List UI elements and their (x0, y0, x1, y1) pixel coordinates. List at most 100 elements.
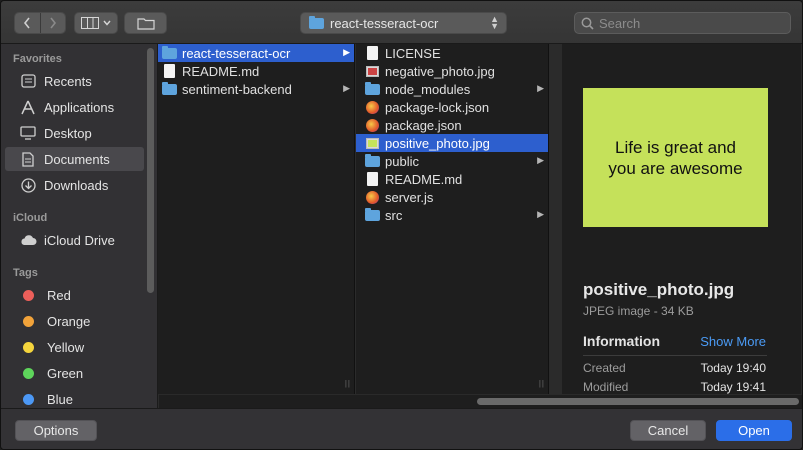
list-item[interactable]: positive_photo.jpg (356, 134, 548, 152)
favorites-heading: Favorites (13, 53, 62, 65)
preview-file-kind: JPEG image - 34 KB (583, 304, 694, 318)
preview-file-name: positive_photo.jpg (583, 280, 735, 299)
preview-image: Life is great and you are awesome (583, 88, 768, 227)
new-folder-button[interactable] (124, 12, 167, 34)
list-item-label: package.json (385, 117, 462, 133)
modified-label: Modified (583, 380, 629, 394)
browser-column-2: LICENSE negative_photo.jpg node_modules … (356, 44, 549, 394)
information-heading: Information (583, 333, 660, 349)
image-file-icon (364, 64, 380, 78)
disclosure-arrow-icon: ▶ (343, 83, 350, 93)
sidebar-item-label: Desktop (44, 125, 92, 141)
list-item-label: node_modules (385, 81, 471, 97)
open-file-dialog: react-tesseract-ocr ▲▼ Favorites Recents… (0, 0, 803, 450)
sidebar-item-documents[interactable]: Documents (5, 147, 144, 171)
sidebar-item-applications[interactable]: Applications (5, 95, 144, 119)
created-value: Today 19:40 (700, 361, 766, 375)
document-icon (161, 64, 177, 78)
desktop-icon (19, 125, 37, 141)
list-item[interactable]: public ▶ (356, 152, 548, 170)
show-more-link[interactable]: Show More (700, 334, 766, 349)
cloud-icon (19, 232, 37, 248)
horizontal-scroll-thumb[interactable] (477, 398, 799, 405)
list-item[interactable]: package-lock.json (356, 98, 548, 116)
recents-icon (19, 73, 37, 89)
list-item-label: sentiment-backend (182, 81, 292, 97)
preview-image-text: Life is great and (615, 137, 736, 157)
chevron-left-icon (24, 17, 31, 29)
open-button[interactable]: Open (716, 420, 792, 441)
sidebar-item-label: Red (47, 287, 71, 303)
preview-pane: Life is great and you are awesome positi… (562, 44, 801, 394)
list-item[interactable]: LICENSE (356, 44, 548, 62)
sidebar-item-label: Documents (44, 151, 110, 167)
search-box (574, 12, 791, 34)
sidebar-item-icloud-drive[interactable]: iCloud Drive (5, 228, 144, 252)
list-item[interactable]: negative_photo.jpg (356, 62, 548, 80)
sidebar-scrollbar[interactable] (147, 48, 154, 293)
divider (583, 355, 767, 356)
sidebar-item-label: Recents (44, 73, 92, 89)
nav-buttons (14, 12, 66, 34)
list-item-label: react-tesseract-ocr (182, 45, 291, 61)
preview-scrollbar[interactable] (793, 44, 799, 390)
toolbar: react-tesseract-ocr ▲ ▼ (1, 1, 802, 44)
disclosure-arrow-icon: ▶ (343, 47, 350, 57)
sidebar-item-label: Downloads (44, 177, 109, 193)
document-icon (364, 172, 380, 186)
back-button[interactable] (15, 13, 40, 33)
path-popup[interactable]: react-tesseract-ocr ▲ ▼ (300, 12, 507, 34)
list-item[interactable]: src ▶ (356, 206, 548, 224)
sidebar: Favorites Recents Applications Desktop D… (1, 44, 158, 408)
folder-icon (309, 15, 324, 29)
search-input[interactable] (599, 15, 779, 31)
sidebar-item-desktop[interactable]: Desktop (5, 121, 144, 145)
chevron-down-icon (103, 20, 111, 26)
yellow-tag-icon (23, 341, 34, 353)
list-item[interactable]: node_modules ▶ (356, 80, 548, 98)
sidebar-item-tag-green[interactable]: Green (5, 361, 144, 385)
cancel-button[interactable]: Cancel (630, 420, 706, 441)
sidebar-item-tag-yellow[interactable]: Yellow (5, 335, 144, 359)
folder-icon (161, 81, 177, 96)
sidebar-item-recents[interactable]: Recents (5, 69, 144, 93)
sidebar-item-label: Orange (47, 313, 91, 329)
column-resize-handle[interactable]: || (345, 379, 351, 388)
browser-column-1: react-tesseract-ocr ▶ README.md sentimen… (158, 44, 355, 394)
updown-icon: ▲ ▼ (490, 14, 499, 31)
sidebar-item-tag-red[interactable]: Red (5, 283, 144, 307)
folder-icon (364, 81, 380, 96)
sidebar-item-downloads[interactable]: Downloads (5, 173, 144, 197)
path-popup-label: react-tesseract-ocr (330, 15, 439, 31)
options-button[interactable]: Options (15, 420, 97, 441)
forward-button[interactable] (39, 13, 65, 33)
icloud-heading: iCloud (13, 212, 48, 224)
js-file-icon (364, 100, 380, 114)
list-item-label: public (385, 153, 419, 169)
bottom-bar: Options Cancel Open (1, 408, 802, 449)
red-tag-icon (23, 289, 34, 301)
column-resize-handle[interactable]: || (539, 379, 545, 388)
view-mode-button[interactable] (74, 12, 118, 34)
list-item[interactable]: react-tesseract-ocr ▶ (158, 44, 354, 62)
list-item-label: src (385, 207, 403, 223)
column-view-icon (81, 17, 99, 29)
search-icon (581, 17, 594, 30)
sidebar-item-tag-orange[interactable]: Orange (5, 309, 144, 333)
list-item[interactable]: README.md (356, 170, 548, 188)
list-item-label: README.md (182, 63, 260, 79)
list-item-label: positive_photo.jpg (385, 135, 490, 151)
image-file-icon (364, 136, 380, 150)
folder-icon (364, 153, 380, 168)
list-item-label: LICENSE (385, 45, 441, 61)
blue-tag-icon (23, 393, 34, 405)
sidebar-item-label: Blue (47, 391, 74, 407)
green-tag-icon (23, 367, 34, 379)
list-item[interactable]: sentiment-backend ▶ (158, 80, 354, 98)
list-item[interactable]: README.md (158, 62, 354, 80)
list-item[interactable]: package.json (356, 116, 548, 134)
list-item[interactable]: server.js (356, 188, 548, 206)
sidebar-item-label: Applications (44, 99, 115, 115)
documents-icon (19, 151, 37, 167)
folder-icon (364, 207, 380, 222)
